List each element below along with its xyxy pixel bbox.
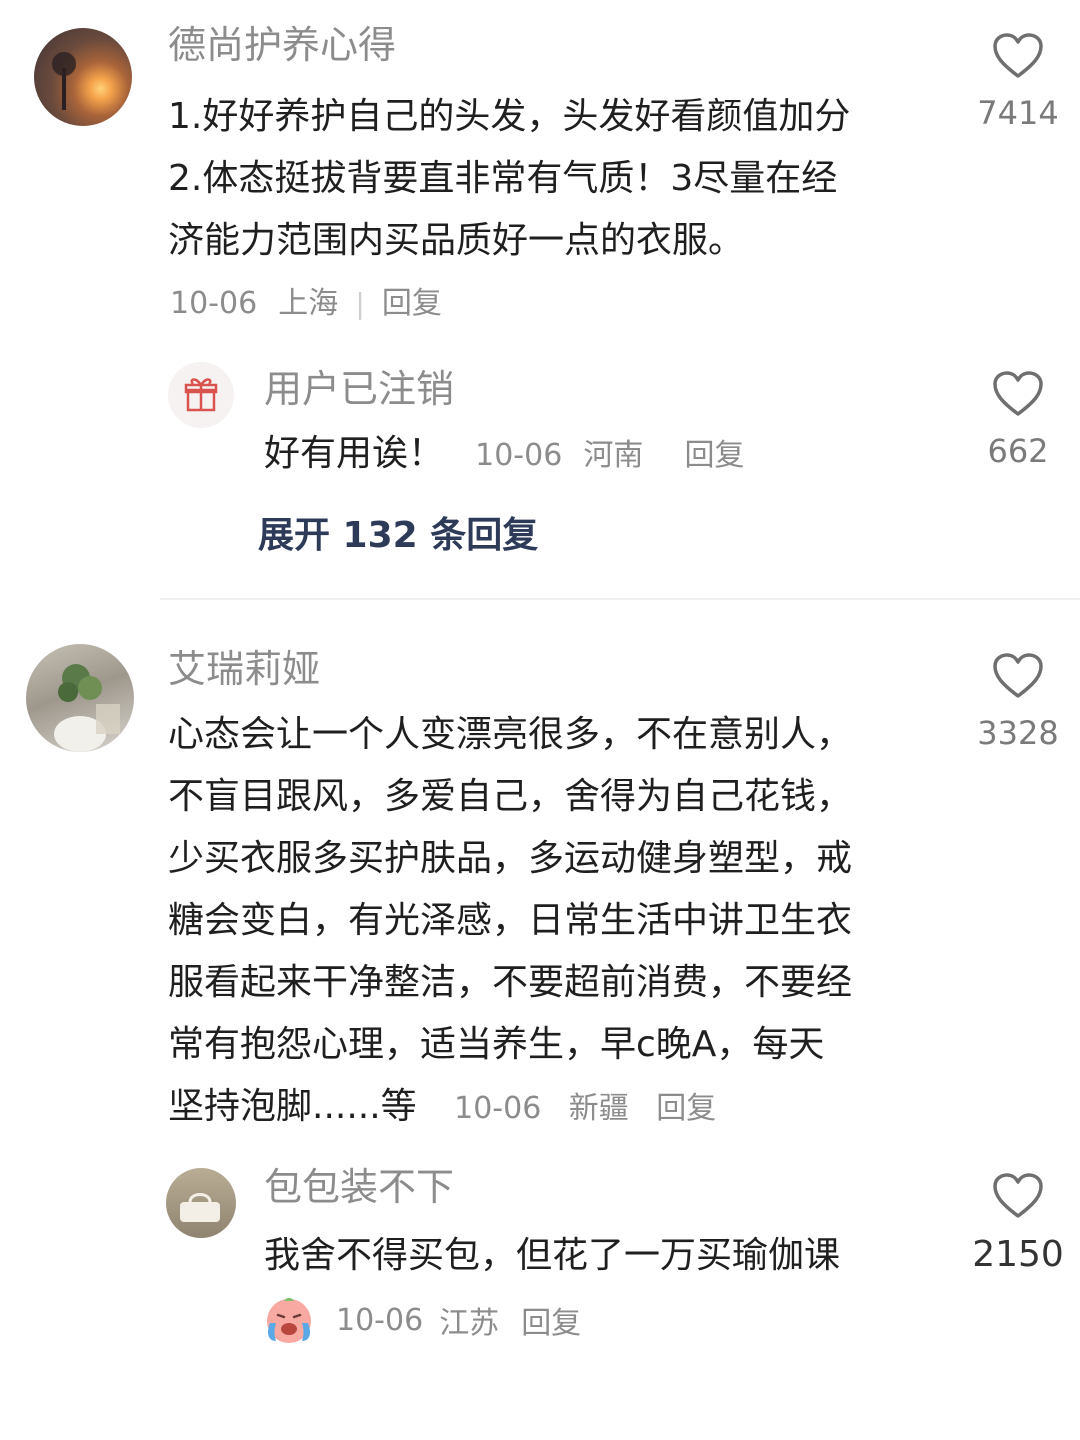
comment-list: 德尚护养心得 1.好好养护自己的头发，头发好看颜值加分 2.体态挺拔背要直非常有… bbox=[0, 0, 1080, 1440]
gift-avatar[interactable] bbox=[168, 362, 234, 428]
like-control[interactable]: 7414 bbox=[958, 32, 1078, 132]
meta-separator: | bbox=[355, 287, 365, 320]
comment-date: 10-06 bbox=[454, 1091, 542, 1126]
crying-emoji-icon bbox=[267, 1298, 311, 1343]
divider bbox=[160, 598, 1080, 600]
sub-reply-text: 我舍不得买包，但花了一万买瑜伽课 bbox=[264, 1235, 841, 1276]
comment-line: 心态会让一个人变漂亮很多，不在意别人， bbox=[168, 714, 853, 755]
avatar-bag[interactable] bbox=[166, 1168, 236, 1238]
comment-line: 少买衣服多买护肤品，多运动健身塑型，戒 bbox=[168, 838, 853, 879]
comment-line-with-meta: 坚持泡脚......等 10-06 新疆 回复 bbox=[168, 1076, 968, 1140]
sub-reply-button[interactable]: 回复 bbox=[684, 438, 744, 473]
comment-text: 1.好好养护自己的头发，头发好看颜值加分 2.体态挺拔背要直非常有气质！3尽量在… bbox=[168, 86, 958, 272]
bag-icon bbox=[180, 1193, 220, 1222]
comment-location: 上海 bbox=[278, 286, 339, 321]
person-with-flowers-icon bbox=[54, 664, 120, 752]
sub-reply-button[interactable]: 回复 bbox=[521, 1298, 581, 1342]
like-count: 7414 bbox=[977, 94, 1059, 132]
sub-reply-date: 10-06 bbox=[475, 438, 563, 473]
comment-line: 服看起来干净整洁，不要超前消费，不要经 bbox=[168, 962, 853, 1003]
sub-reply-date: 10-06 bbox=[336, 1302, 424, 1338]
tree-silhouette-icon bbox=[52, 52, 76, 110]
like-count: 3328 bbox=[977, 714, 1059, 752]
comment-line: 糖会变白，有光泽感，日常生活中讲卫生衣 bbox=[168, 900, 853, 941]
expand-replies-button[interactable]: 展开 132 条回复 bbox=[258, 506, 538, 558]
username[interactable]: 艾瑞莉娅 bbox=[168, 646, 320, 692]
username[interactable]: 德尚护养心得 bbox=[168, 22, 396, 68]
comment-line: 常有抱怨心理，适当养生，早c晚A，每天 bbox=[168, 1024, 825, 1065]
sub-username[interactable]: 包包装不下 bbox=[264, 1164, 454, 1210]
reply-button[interactable]: 回复 bbox=[382, 286, 442, 321]
heart-icon[interactable] bbox=[992, 370, 1044, 418]
heart-icon[interactable] bbox=[992, 32, 1044, 80]
comment-date: 10-06 bbox=[170, 286, 258, 321]
heart-icon[interactable] bbox=[992, 652, 1044, 700]
sub-reply-location: 江苏 bbox=[439, 1306, 500, 1341]
comment-text: 心态会让一个人变漂亮很多，不在意别人， 不盲目跟风，多爱自己，舍得为自己花钱， … bbox=[168, 704, 968, 1140]
avatar-sunset[interactable] bbox=[34, 28, 132, 126]
sub-reply-location: 河南 bbox=[583, 438, 644, 473]
sub-like-count: 662 bbox=[987, 432, 1049, 470]
comment-line: 济能力范围内买品质好一点的衣服。 bbox=[168, 220, 745, 261]
like-control[interactable]: 3328 bbox=[958, 652, 1078, 752]
reply-button[interactable]: 回复 bbox=[656, 1091, 716, 1126]
gift-icon bbox=[184, 378, 218, 412]
heart-icon[interactable] bbox=[992, 1172, 1044, 1220]
sub-like-control[interactable]: 662 bbox=[958, 370, 1078, 470]
comment-line: 1.好好养护自己的头发，头发好看颜值加分 bbox=[168, 96, 851, 137]
sub-reply-text: 好有用诶！ bbox=[264, 433, 445, 474]
comment-line: 不盲目跟风，多爱自己，舍得为自己花钱， bbox=[168, 776, 853, 817]
sub-like-control[interactable]: 2150 bbox=[958, 1172, 1078, 1275]
comment-line: 2.体态挺拔背要直非常有气质！3尽量在经 bbox=[168, 158, 838, 199]
comment-line: 坚持泡脚......等 bbox=[168, 1086, 417, 1127]
sub-like-count: 2150 bbox=[972, 1234, 1064, 1275]
avatar-flowers[interactable] bbox=[26, 644, 134, 752]
sub-reply-row: 好有用诶！ 10-06 河南 回复 bbox=[264, 428, 744, 486]
comment-location: 新疆 bbox=[568, 1091, 629, 1126]
sub-reply-meta: 10-06 江苏 回复 bbox=[262, 1292, 581, 1348]
comment-meta: 10-06 上海 | 回复 bbox=[170, 284, 442, 328]
sub-username[interactable]: 用户已注销 bbox=[264, 366, 454, 412]
